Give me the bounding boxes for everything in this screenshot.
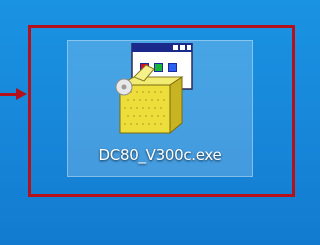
file-name-label[interactable]: DC80_V300c.exe <box>70 146 250 164</box>
desktop-background: DC80_V300c.exe <box>0 0 320 245</box>
annotation-arrow-icon <box>16 88 27 100</box>
installer-exe-icon <box>115 43 193 135</box>
